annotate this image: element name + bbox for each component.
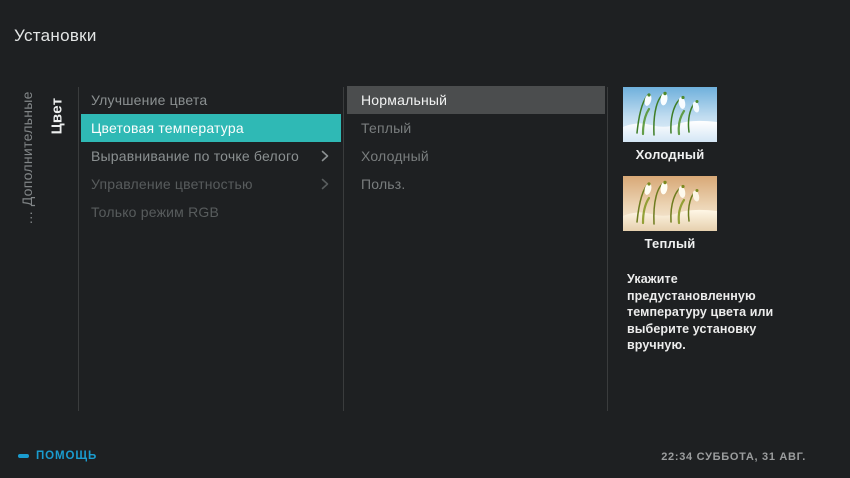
setting-description: Укажите предустановленную температуру цв…: [627, 271, 799, 354]
option-label: Холодный: [361, 148, 429, 164]
cold-preview-label: Холодный: [623, 147, 717, 162]
menu-item-label: Выравнивание по точке белого: [91, 148, 299, 164]
option-label: Польз.: [361, 176, 406, 192]
menu-item-color-management[interactable]: Управление цветностью: [81, 170, 341, 198]
option-custom[interactable]: Польз.: [347, 170, 605, 198]
menu-item-color-temperature[interactable]: Цветовая температура: [81, 114, 341, 142]
divider-sidebar: [78, 87, 79, 411]
option-label: Теплый: [361, 120, 411, 136]
chevron-right-icon: [321, 178, 329, 190]
value-options-list: Нормальный Теплый Холодный Польз.: [347, 86, 605, 198]
divider-values-preview: [607, 87, 608, 411]
sidebar-category-color[interactable]: Цвет: [49, 98, 66, 135]
option-normal[interactable]: Нормальный: [347, 86, 605, 114]
option-label: Нормальный: [361, 92, 447, 108]
menu-item-rgb-only-mode[interactable]: Только режим RGB: [81, 198, 341, 226]
cold-preview-image: [623, 87, 717, 142]
option-cold[interactable]: Холодный: [347, 142, 605, 170]
warm-preview-label: Теплый: [623, 236, 717, 251]
menu-item-color-enhancement[interactable]: Улучшение цвета: [81, 86, 341, 114]
help-button[interactable]: ПОМОЩЬ: [18, 450, 97, 462]
menu-item-label: Только режим RGB: [91, 204, 219, 220]
page-title: Установки: [14, 26, 97, 46]
chevron-right-icon: [321, 150, 329, 162]
help-label: ПОМОЩЬ: [36, 450, 97, 462]
settings-menu: Улучшение цвета Цветовая температура Выр…: [81, 86, 341, 226]
menu-item-white-point-alignment[interactable]: Выравнивание по точке белого: [81, 142, 341, 170]
menu-item-label: Улучшение цвета: [91, 92, 207, 108]
remote-key-dash-icon: [18, 454, 29, 458]
menu-item-label: Цветовая температура: [91, 120, 244, 136]
option-warm[interactable]: Теплый: [347, 114, 605, 142]
warm-preview-image: [623, 176, 717, 231]
sidebar-category-additional[interactable]: … Дополнительные: [19, 91, 35, 225]
menu-item-label: Управление цветностью: [91, 176, 253, 192]
clock-date: 22:34 СУББОТА, 31 АВГ.: [661, 451, 806, 463]
divider-menu-values: [343, 87, 344, 411]
